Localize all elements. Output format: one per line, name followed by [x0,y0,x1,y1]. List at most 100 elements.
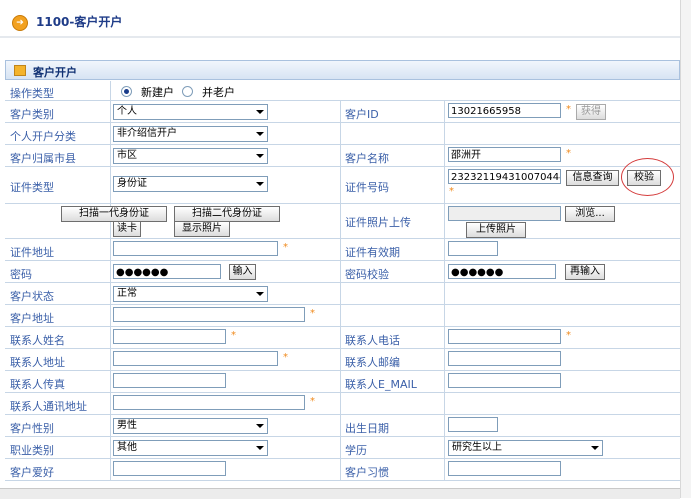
cert-addr-input[interactable] [113,241,278,256]
password-check-input[interactable]: ●●●●●● [448,264,556,279]
info-query-button[interactable]: 信息查询 [566,170,619,186]
hobby-input[interactable] [113,461,226,476]
cust-status-select[interactable]: 正常 [113,286,268,302]
gender-label: 客户性别 [10,422,54,435]
job-value: 其他 [117,442,137,453]
form-row [5,415,680,437]
birth-label: 出生日期 [345,422,389,435]
chevron-down-icon [256,110,264,114]
fetch-button[interactable]: 获得 [576,104,606,120]
form-row [5,145,680,167]
county-label: 客户归属市县 [10,152,76,165]
password-input[interactable]: ●●●●●● [113,264,221,279]
form-row [5,393,680,415]
gender-value: 男性 [117,420,137,431]
open-class-label: 个人开户分类 [10,130,76,143]
cust-name-label: 客户名称 [345,152,389,165]
password-check-label: 密码校验 [345,268,389,281]
open-class-select[interactable]: 非介绍信开户 [113,126,268,142]
contact-mail-addr-input[interactable] [113,395,305,410]
title-divider [0,36,680,38]
column-divider [444,101,445,481]
cust-id-input[interactable]: 13021665958 [448,103,561,118]
contact-phone-input[interactable] [448,329,561,344]
cust-type-value: 个人 [117,106,137,117]
required-mark: * [310,396,315,407]
chevron-down-icon [256,292,264,296]
contact-addr-label: 联系人地址 [10,356,65,369]
page-title: 1100-客户开户 [36,15,123,29]
cert-type-select[interactable]: 身份证 [113,176,268,192]
browse-button[interactable]: 浏览... [565,206,615,222]
job-label: 职业类别 [10,444,54,457]
birth-input[interactable] [448,417,498,432]
cert-type-label: 证件类型 [10,181,54,194]
required-mark: * [566,104,571,115]
form-row [5,123,680,145]
edu-select[interactable]: 研究生以上 [448,440,603,456]
op-type-label: 操作类型 [10,87,54,100]
form-row [5,305,680,327]
cert-expiry-label: 证件有效期 [345,246,400,259]
scan-gen1-button[interactable]: 扫描一代身份证 [61,206,167,222]
radio-merge-label: 并老户 [202,86,235,99]
county-select[interactable]: 市区 [113,148,268,164]
contact-zip-input[interactable] [448,351,561,366]
photo-upload-label: 证件照片上传 [345,216,411,229]
cust-name-input[interactable]: 邵洲开 [448,147,561,162]
upload-photo-button[interactable]: 上传照片 [466,222,526,238]
vertical-scrollbar[interactable] [680,0,691,498]
highlight-circle [621,158,674,196]
contact-name-input[interactable] [113,329,226,344]
contact-fax-label: 联系人传真 [10,378,65,391]
show-photo-button[interactable]: 显示照片 [174,221,230,237]
cust-status-label: 客户状态 [10,290,54,303]
panel-header [5,60,680,80]
form-row [5,327,680,349]
form-row [5,283,680,305]
reinput-button[interactable]: 再输入 [565,264,605,280]
cust-type-label: 客户类别 [10,108,54,121]
contact-addr-input[interactable] [113,351,278,366]
column-divider [110,81,111,481]
form-row [5,349,680,371]
status-bar [0,488,680,499]
read-card-button[interactable]: 读卡 [113,221,141,237]
form-row [5,81,680,101]
job-select[interactable]: 其他 [113,440,268,456]
scan-gen2-button[interactable]: 扫描二代身份证 [174,206,280,222]
radio-merge-account[interactable] [182,86,193,97]
contact-email-input[interactable] [448,373,561,388]
folder-icon [14,65,26,76]
gender-select[interactable]: 男性 [113,418,268,434]
cust-addr-input[interactable] [113,307,305,322]
cust-id-label: 客户ID [345,108,379,121]
required-mark: * [449,186,454,197]
edu-value: 研究生以上 [452,442,502,453]
form-row [5,459,680,481]
habit-input[interactable] [448,461,561,476]
radio-new-label: 新建户 [141,86,174,99]
contact-phone-label: 联系人电话 [345,334,400,347]
hobby-label: 客户爱好 [10,466,54,479]
radio-new-account[interactable] [121,86,132,97]
cust-type-select[interactable]: 个人 [113,104,268,120]
cert-no-input[interactable]: 232321194310070444 [448,169,561,184]
arrow-circle-icon: ➔ [12,15,28,31]
password-input-button[interactable]: 输入 [229,264,256,280]
cert-addr-label: 证件地址 [10,246,54,259]
chevron-down-icon [256,446,264,450]
photo-path-input[interactable] [448,206,561,221]
contact-fax-input[interactable] [113,373,226,388]
habit-label: 客户习惯 [345,466,389,479]
required-mark: * [231,330,236,341]
cust-addr-label: 客户地址 [10,312,54,325]
cust-status-value: 正常 [117,288,137,299]
cert-no-label: 证件号码 [345,181,389,194]
cert-expiry-input[interactable] [448,241,498,256]
chevron-down-icon [256,182,264,186]
column-divider [340,101,341,481]
county-value: 市区 [117,150,137,161]
form-row [5,239,680,261]
chevron-down-icon [591,446,599,450]
